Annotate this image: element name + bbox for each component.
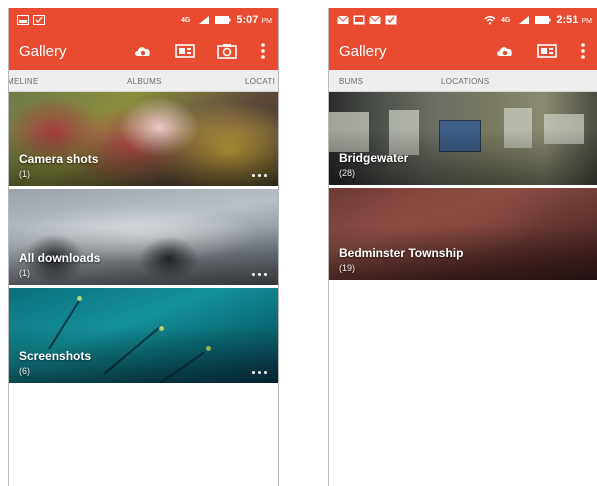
overflow-menu-icon bbox=[581, 43, 585, 59]
app-title: Gallery bbox=[19, 42, 67, 60]
location-bedminster-township[interactable]: Bedminster Township (19) bbox=[329, 188, 597, 283]
album-title: Camera shots bbox=[19, 152, 99, 166]
tab-locations[interactable]: LOCATIONS bbox=[441, 77, 489, 86]
app-bar: Gallery bbox=[9, 32, 278, 70]
location-bridgewater[interactable]: Bridgewater (28) bbox=[329, 92, 597, 188]
album-title: Screenshots bbox=[19, 349, 92, 363]
camera-button[interactable] bbox=[216, 40, 238, 62]
album-title: Bedminster Township bbox=[339, 246, 464, 260]
album-title: All downloads bbox=[19, 251, 101, 265]
battery-icon bbox=[535, 16, 551, 24]
album-camera-shots[interactable]: Camera shots (1) bbox=[9, 92, 278, 189]
signal-icon bbox=[199, 16, 210, 24]
slideshow-button[interactable] bbox=[536, 40, 558, 62]
signal-icon bbox=[519, 16, 530, 24]
album-screenshots[interactable]: Screenshots (6) bbox=[9, 288, 278, 386]
status-clock: 2:51 PM bbox=[556, 14, 592, 26]
tab-strip: MELINE ALBUMS LOCATI bbox=[9, 70, 278, 92]
image-icon bbox=[353, 15, 365, 25]
cloud-button[interactable] bbox=[494, 40, 516, 62]
tab-locations[interactable]: LOCATI bbox=[245, 77, 275, 86]
more-options-icon[interactable] bbox=[250, 367, 268, 377]
gallery-icon bbox=[17, 15, 29, 25]
phone-screen-albums: 4G 5:07 PM Gallery MELINE ALBUMS LOCATI bbox=[8, 8, 279, 486]
calendar-check-icon bbox=[385, 15, 397, 25]
tab-timeline[interactable]: MELINE bbox=[9, 77, 39, 86]
tab-strip: BUMS LOCATIONS bbox=[329, 70, 597, 92]
more-options-icon[interactable] bbox=[250, 269, 268, 279]
wifi-icon bbox=[484, 16, 496, 25]
status-clock: 5:07 PM bbox=[236, 14, 272, 26]
status-bar: 4G 2:51 PM bbox=[329, 8, 597, 32]
overflow-menu-icon bbox=[261, 43, 265, 59]
tab-albums[interactable]: BUMS bbox=[339, 77, 363, 86]
slideshow-icon bbox=[537, 44, 557, 58]
overflow-menu-button[interactable] bbox=[258, 40, 268, 62]
album-count: (6) bbox=[19, 366, 30, 376]
mail-icon bbox=[369, 15, 381, 24]
cloud-icon bbox=[497, 47, 512, 56]
svg-text:4G: 4G bbox=[501, 17, 511, 24]
album-count: (19) bbox=[339, 263, 356, 273]
album-count: (1) bbox=[19, 268, 30, 278]
album-count: (28) bbox=[339, 168, 356, 178]
4g-icon: 4G bbox=[501, 17, 511, 24]
app-title: Gallery bbox=[339, 42, 387, 60]
cloud-icon bbox=[135, 47, 150, 56]
svg-text:4G: 4G bbox=[181, 17, 191, 24]
tab-albums[interactable]: ALBUMS bbox=[127, 77, 162, 86]
camera-icon bbox=[217, 44, 237, 59]
phone-screen-locations: 4G 2:51 PM Gallery BUMS LOCATIONS Bridge… bbox=[328, 8, 597, 486]
battery-icon bbox=[215, 16, 231, 24]
overflow-menu-button[interactable] bbox=[578, 40, 588, 62]
more-options-icon[interactable] bbox=[250, 170, 268, 180]
4g-icon: 4G bbox=[181, 17, 191, 24]
mail-icon bbox=[337, 15, 349, 24]
album-count: (1) bbox=[19, 169, 30, 179]
checkbox-icon bbox=[33, 15, 45, 25]
album-title: Bridgewater bbox=[339, 151, 409, 165]
slideshow-button[interactable] bbox=[174, 40, 196, 62]
app-bar: Gallery bbox=[329, 32, 597, 70]
slideshow-icon bbox=[175, 44, 195, 58]
status-bar: 4G 5:07 PM bbox=[9, 8, 278, 32]
album-all-downloads[interactable]: All downloads (1) bbox=[9, 189, 278, 288]
cloud-button[interactable] bbox=[132, 40, 154, 62]
